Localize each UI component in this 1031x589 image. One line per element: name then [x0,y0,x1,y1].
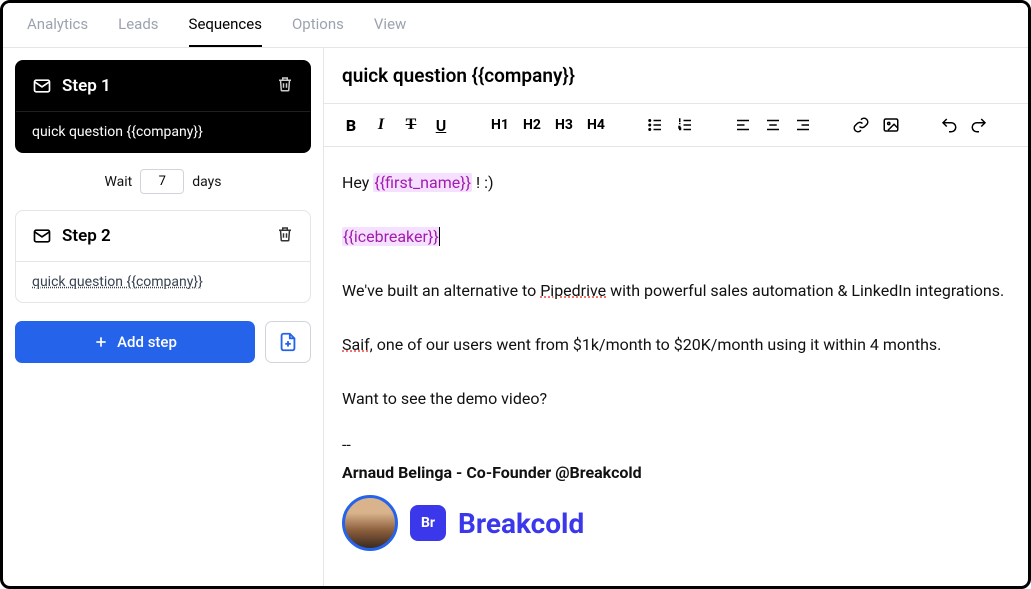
editor-area: quick question {{company}} B I T U H1 H2… [323,48,1028,586]
step-card[interactable]: Step 1 quick question {{company}} [15,60,311,153]
align-right-button[interactable] [792,114,814,136]
delete-step-button[interactable] [276,75,294,97]
variable-first-name: {{first_name}} [373,173,472,192]
wait-label-after: days [192,174,221,190]
step-title: Step 2 [62,226,266,246]
align-center-button[interactable] [762,114,784,136]
step-card[interactable]: Step 2 quick question {{company}} [15,210,311,303]
step-title: Step 1 [62,76,266,96]
brand-badge-icon: Br [410,505,446,541]
h3-button[interactable]: H3 [552,114,576,136]
nav-sequences[interactable]: Sequences [189,15,262,47]
variable-icebreaker: {{icebreaker}} [342,227,440,246]
bold-button[interactable]: B [340,114,362,136]
step-subject: quick question {{company}} [16,261,310,302]
body-line: We've built an alternative to Pipedrive … [342,277,1010,305]
nav-options[interactable]: Options [292,15,344,47]
wait-days-input[interactable] [140,169,184,194]
body-line: Hey {{first_name}} ! :) [342,169,1010,197]
template-button[interactable] [265,321,311,363]
link-button[interactable] [850,114,872,136]
h1-button[interactable]: H1 [488,114,512,136]
nav-analytics[interactable]: Analytics [27,15,88,47]
rich-text-toolbar: B I T U H1 H2 H3 H4 [324,104,1028,147]
strikethrough-button[interactable]: T [400,114,422,136]
avatar [342,495,398,551]
align-left-button[interactable] [732,114,754,136]
wait-row: Wait days [15,165,311,198]
image-button[interactable] [880,114,902,136]
email-body-editor[interactable]: Hey {{first_name}} ! :) {{icebreaker}} W… [324,147,1028,586]
italic-button[interactable]: I [370,114,392,136]
undo-button[interactable] [938,114,960,136]
steps-sidebar: Step 1 quick question {{company}} Wait d… [3,48,323,586]
h2-button[interactable]: H2 [520,114,544,136]
add-step-label: Add step [117,333,177,351]
bullet-list-button[interactable] [644,114,666,136]
wait-label-before: Wait [104,174,132,190]
numbered-list-button[interactable] [674,114,696,136]
add-step-button[interactable]: Add step [15,321,255,363]
underline-button[interactable]: U [430,114,452,136]
nav-leads[interactable]: Leads [118,15,158,47]
email-subject-input[interactable]: quick question {{company}} [324,48,1028,104]
top-nav: Analytics Leads Sequences Options View [3,3,1028,48]
step-subject: quick question {{company}} [16,111,310,152]
body-line: {{icebreaker}} [342,223,1010,251]
mail-icon [32,76,52,96]
redo-button[interactable] [968,114,990,136]
delete-step-button[interactable] [276,225,294,247]
body-line: Saif, one of our users went from $1k/mon… [342,331,1010,359]
brand-name: Breakcold [458,499,584,548]
mail-icon [32,226,52,246]
signature-line: Arnaud Belinga - Co-Founder @Breakcold [342,459,1010,487]
nav-view[interactable]: View [374,15,406,47]
body-line: Want to see the demo video? [342,385,1010,413]
h4-button[interactable]: H4 [584,114,608,136]
signature-separator: -- [342,431,1010,459]
